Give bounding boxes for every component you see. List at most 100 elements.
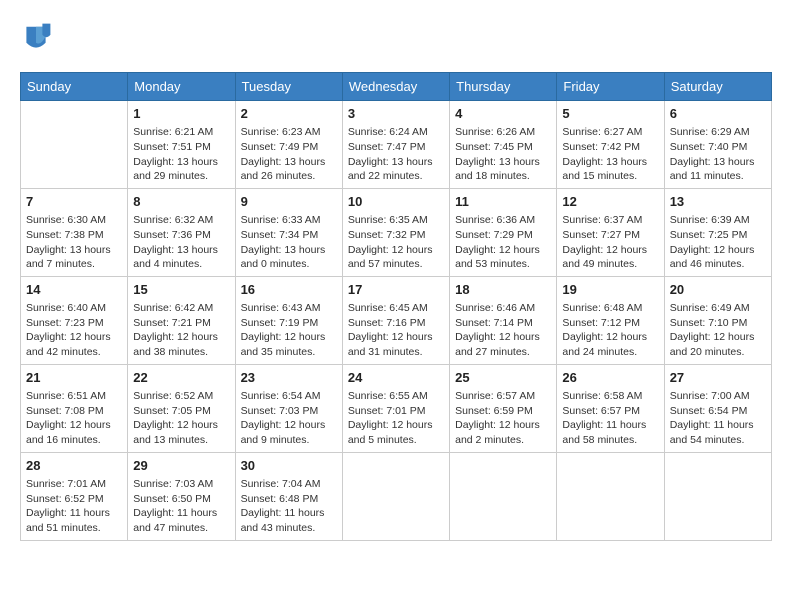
sunrise-label: Sunrise: 6:32 AM: [133, 214, 213, 226]
sunset-label: Sunset: 7:14 PM: [455, 317, 533, 329]
logo: [20, 20, 56, 56]
calendar-cell: 30 Sunrise: 7:04 AM Sunset: 6:48 PM Dayl…: [235, 452, 342, 540]
daylight-label: Daylight: 12 hours and 27 minutes.: [455, 331, 540, 358]
sunset-label: Sunset: 7:03 PM: [241, 405, 319, 417]
daylight-label: Daylight: 12 hours and 5 minutes.: [348, 419, 433, 446]
day-number: 19: [562, 281, 658, 299]
daylight-label: Daylight: 12 hours and 9 minutes.: [241, 419, 326, 446]
sunrise-label: Sunrise: 6:52 AM: [133, 390, 213, 402]
cell-content: Sunrise: 7:01 AM Sunset: 6:52 PM Dayligh…: [26, 477, 122, 536]
daylight-label: Daylight: 13 hours and 29 minutes.: [133, 156, 218, 183]
calendar-week-3: 14 Sunrise: 6:40 AM Sunset: 7:23 PM Dayl…: [21, 276, 772, 364]
weekday-header-tuesday: Tuesday: [235, 73, 342, 101]
cell-content: Sunrise: 6:40 AM Sunset: 7:23 PM Dayligh…: [26, 301, 122, 360]
calendar-cell: 21 Sunrise: 6:51 AM Sunset: 7:08 PM Dayl…: [21, 364, 128, 452]
weekday-header-monday: Monday: [128, 73, 235, 101]
weekday-header-wednesday: Wednesday: [342, 73, 449, 101]
day-number: 14: [26, 281, 122, 299]
sunset-label: Sunset: 6:57 PM: [562, 405, 640, 417]
cell-content: Sunrise: 6:52 AM Sunset: 7:05 PM Dayligh…: [133, 389, 229, 448]
daylight-label: Daylight: 12 hours and 16 minutes.: [26, 419, 111, 446]
daylight-label: Daylight: 12 hours and 13 minutes.: [133, 419, 218, 446]
calendar-cell: 9 Sunrise: 6:33 AM Sunset: 7:34 PM Dayli…: [235, 188, 342, 276]
cell-content: Sunrise: 6:23 AM Sunset: 7:49 PM Dayligh…: [241, 125, 337, 184]
sunset-label: Sunset: 7:51 PM: [133, 141, 211, 153]
day-number: 25: [455, 369, 551, 387]
sunrise-label: Sunrise: 6:39 AM: [670, 214, 750, 226]
sunrise-label: Sunrise: 6:55 AM: [348, 390, 428, 402]
sunset-label: Sunset: 7:21 PM: [133, 317, 211, 329]
calendar-cell: 25 Sunrise: 6:57 AM Sunset: 6:59 PM Dayl…: [450, 364, 557, 452]
sunrise-label: Sunrise: 6:21 AM: [133, 126, 213, 138]
weekday-header-sunday: Sunday: [21, 73, 128, 101]
day-number: 30: [241, 457, 337, 475]
daylight-label: Daylight: 11 hours and 58 minutes.: [562, 419, 646, 446]
sunset-label: Sunset: 6:59 PM: [455, 405, 533, 417]
calendar-cell: 20 Sunrise: 6:49 AM Sunset: 7:10 PM Dayl…: [664, 276, 771, 364]
cell-content: Sunrise: 6:57 AM Sunset: 6:59 PM Dayligh…: [455, 389, 551, 448]
cell-content: Sunrise: 6:27 AM Sunset: 7:42 PM Dayligh…: [562, 125, 658, 184]
calendar-week-5: 28 Sunrise: 7:01 AM Sunset: 6:52 PM Dayl…: [21, 452, 772, 540]
day-number: 17: [348, 281, 444, 299]
day-number: 15: [133, 281, 229, 299]
cell-content: Sunrise: 6:45 AM Sunset: 7:16 PM Dayligh…: [348, 301, 444, 360]
sunrise-label: Sunrise: 6:33 AM: [241, 214, 321, 226]
daylight-label: Daylight: 12 hours and 35 minutes.: [241, 331, 326, 358]
day-number: 23: [241, 369, 337, 387]
calendar-cell: 7 Sunrise: 6:30 AM Sunset: 7:38 PM Dayli…: [21, 188, 128, 276]
sunset-label: Sunset: 7:32 PM: [348, 229, 426, 241]
calendar-cell: [342, 452, 449, 540]
sunrise-label: Sunrise: 6:51 AM: [26, 390, 106, 402]
calendar-cell: 4 Sunrise: 6:26 AM Sunset: 7:45 PM Dayli…: [450, 101, 557, 189]
daylight-label: Daylight: 12 hours and 46 minutes.: [670, 244, 755, 271]
sunset-label: Sunset: 7:34 PM: [241, 229, 319, 241]
daylight-label: Daylight: 13 hours and 18 minutes.: [455, 156, 540, 183]
day-number: 20: [670, 281, 766, 299]
daylight-label: Daylight: 13 hours and 4 minutes.: [133, 244, 218, 271]
weekday-row: SundayMondayTuesdayWednesdayThursdayFrid…: [21, 73, 772, 101]
sunset-label: Sunset: 7:08 PM: [26, 405, 104, 417]
calendar-cell: 29 Sunrise: 7:03 AM Sunset: 6:50 PM Dayl…: [128, 452, 235, 540]
calendar-cell: 3 Sunrise: 6:24 AM Sunset: 7:47 PM Dayli…: [342, 101, 449, 189]
weekday-header-saturday: Saturday: [664, 73, 771, 101]
day-number: 29: [133, 457, 229, 475]
sunset-label: Sunset: 7:29 PM: [455, 229, 533, 241]
day-number: 22: [133, 369, 229, 387]
weekday-header-thursday: Thursday: [450, 73, 557, 101]
cell-content: Sunrise: 6:21 AM Sunset: 7:51 PM Dayligh…: [133, 125, 229, 184]
cell-content: Sunrise: 6:51 AM Sunset: 7:08 PM Dayligh…: [26, 389, 122, 448]
calendar-cell: 28 Sunrise: 7:01 AM Sunset: 6:52 PM Dayl…: [21, 452, 128, 540]
cell-content: Sunrise: 7:03 AM Sunset: 6:50 PM Dayligh…: [133, 477, 229, 536]
sunrise-label: Sunrise: 6:27 AM: [562, 126, 642, 138]
calendar-cell: 14 Sunrise: 6:40 AM Sunset: 7:23 PM Dayl…: [21, 276, 128, 364]
sunset-label: Sunset: 7:40 PM: [670, 141, 748, 153]
calendar-cell: 15 Sunrise: 6:42 AM Sunset: 7:21 PM Dayl…: [128, 276, 235, 364]
day-number: 10: [348, 193, 444, 211]
calendar-cell: [21, 101, 128, 189]
day-number: 3: [348, 105, 444, 123]
daylight-label: Daylight: 12 hours and 42 minutes.: [26, 331, 111, 358]
sunset-label: Sunset: 7:49 PM: [241, 141, 319, 153]
sunset-label: Sunset: 7:45 PM: [455, 141, 533, 153]
sunset-label: Sunset: 6:54 PM: [670, 405, 748, 417]
day-number: 28: [26, 457, 122, 475]
cell-content: Sunrise: 6:32 AM Sunset: 7:36 PM Dayligh…: [133, 213, 229, 272]
day-number: 26: [562, 369, 658, 387]
sunrise-label: Sunrise: 6:37 AM: [562, 214, 642, 226]
cell-content: Sunrise: 7:04 AM Sunset: 6:48 PM Dayligh…: [241, 477, 337, 536]
daylight-label: Daylight: 12 hours and 31 minutes.: [348, 331, 433, 358]
cell-content: Sunrise: 6:39 AM Sunset: 7:25 PM Dayligh…: [670, 213, 766, 272]
cell-content: Sunrise: 6:46 AM Sunset: 7:14 PM Dayligh…: [455, 301, 551, 360]
calendar-table: SundayMondayTuesdayWednesdayThursdayFrid…: [20, 72, 772, 541]
day-number: 13: [670, 193, 766, 211]
calendar-cell: 16 Sunrise: 6:43 AM Sunset: 7:19 PM Dayl…: [235, 276, 342, 364]
sunrise-label: Sunrise: 6:29 AM: [670, 126, 750, 138]
cell-content: Sunrise: 6:35 AM Sunset: 7:32 PM Dayligh…: [348, 213, 444, 272]
calendar-cell: 11 Sunrise: 6:36 AM Sunset: 7:29 PM Dayl…: [450, 188, 557, 276]
daylight-label: Daylight: 13 hours and 26 minutes.: [241, 156, 326, 183]
cell-content: Sunrise: 6:30 AM Sunset: 7:38 PM Dayligh…: [26, 213, 122, 272]
logo-icon: [20, 20, 52, 56]
sunrise-label: Sunrise: 6:46 AM: [455, 302, 535, 314]
daylight-label: Daylight: 12 hours and 57 minutes.: [348, 244, 433, 271]
sunset-label: Sunset: 7:42 PM: [562, 141, 640, 153]
